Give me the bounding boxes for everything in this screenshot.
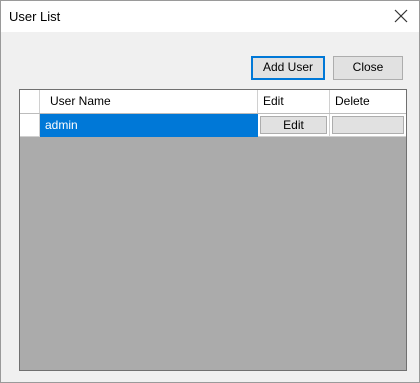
close-button[interactable]: Close [333,56,403,80]
edit-cell: Edit [258,114,330,137]
row-header[interactable] [20,114,40,137]
user-grid[interactable]: User Name Edit Delete admin Edit [19,89,407,371]
table-row[interactable]: admin Edit [20,114,406,137]
edit-button[interactable]: Edit [260,116,327,134]
delete-button[interactable] [332,116,404,134]
window-title: User List [9,9,61,24]
user-name-cell[interactable]: admin [40,114,258,137]
title-bar: User List [1,1,419,32]
add-user-button[interactable]: Add User [251,56,325,80]
user-list-window: User List Add User Close User Name Edit … [0,0,420,383]
column-header-user-name[interactable]: User Name [40,90,258,113]
delete-cell [330,114,406,137]
grid-header: User Name Edit Delete [20,90,406,114]
row-header-corner [20,90,40,113]
column-header-delete[interactable]: Delete [330,90,406,113]
column-header-edit[interactable]: Edit [258,90,330,113]
close-icon[interactable] [391,6,411,26]
